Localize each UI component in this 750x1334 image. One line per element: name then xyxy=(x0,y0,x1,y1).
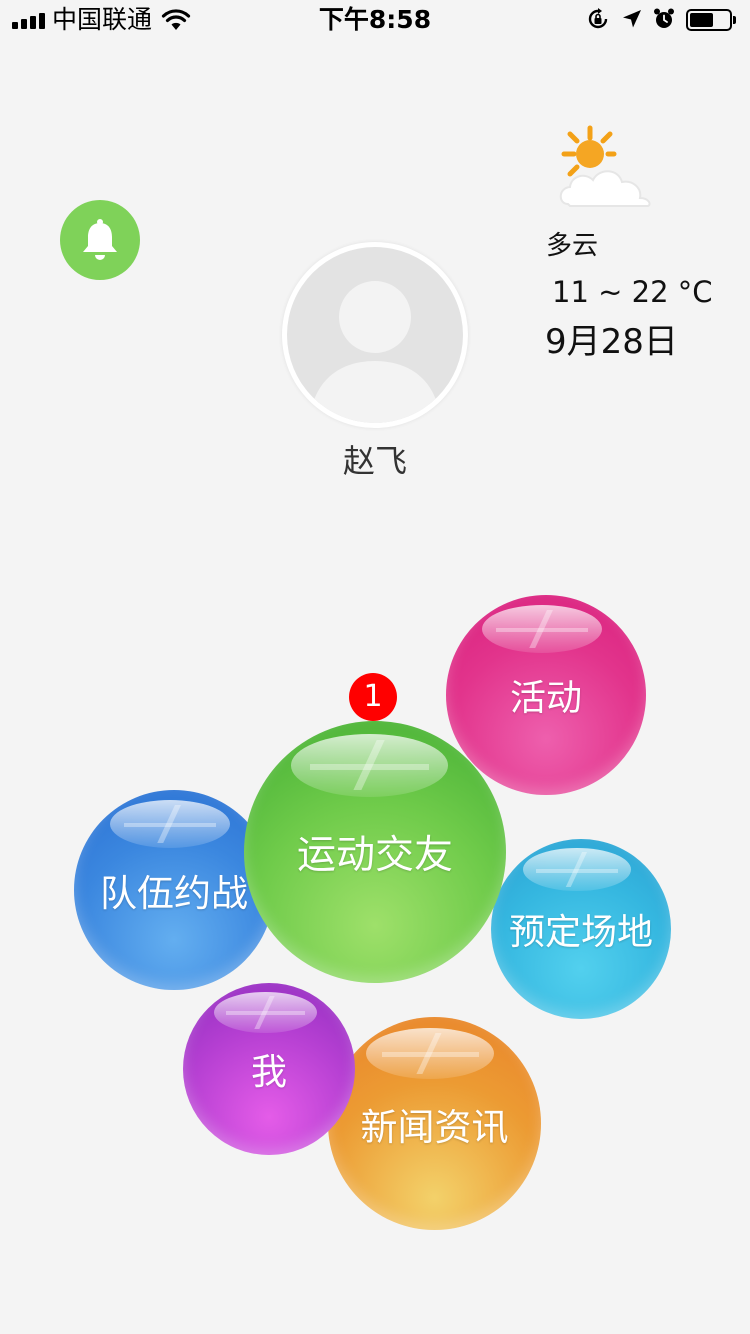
sports-social-bubble-button[interactable]: 运动交友 xyxy=(244,721,506,983)
avatar[interactable] xyxy=(282,242,468,428)
battery-icon xyxy=(686,9,736,31)
activity-bubble-button[interactable]: 活动 xyxy=(446,595,646,795)
location-arrow-icon xyxy=(623,10,641,28)
user-name: 赵飞 xyxy=(342,442,407,480)
team-match-label: 队伍约战 xyxy=(100,872,248,915)
team-match-bubble-button[interactable]: 队伍约战 xyxy=(74,790,274,990)
book-venue-bubble-button[interactable]: 预定场地 xyxy=(491,839,671,1019)
alarm-icon xyxy=(654,8,674,28)
weather-temperature: 11 ~ 22 °C xyxy=(552,275,713,309)
me-bubble-button[interactable]: 我 xyxy=(183,983,355,1155)
news-bubble-button[interactable]: 新闻资讯 xyxy=(328,1017,541,1230)
sports-social-label: 运动交友 xyxy=(296,833,453,878)
partly-cloudy-icon xyxy=(559,125,651,207)
notification-bell-button[interactable] xyxy=(60,200,140,280)
me-label: 我 xyxy=(250,1052,287,1093)
notification-badge: 1 xyxy=(349,673,397,721)
bell-icon xyxy=(83,219,117,260)
default-user-icon xyxy=(287,247,463,423)
news-label: 新闻资讯 xyxy=(360,1105,509,1149)
orientation-lock-icon xyxy=(588,8,608,29)
status-bar: 中国联通 下午8:58 xyxy=(0,0,750,40)
book-venue-label: 预定场地 xyxy=(508,912,653,953)
weather-date: 9月28日 xyxy=(545,322,678,362)
weather-condition: 多云 xyxy=(546,231,599,261)
activity-label: 活动 xyxy=(509,678,582,719)
